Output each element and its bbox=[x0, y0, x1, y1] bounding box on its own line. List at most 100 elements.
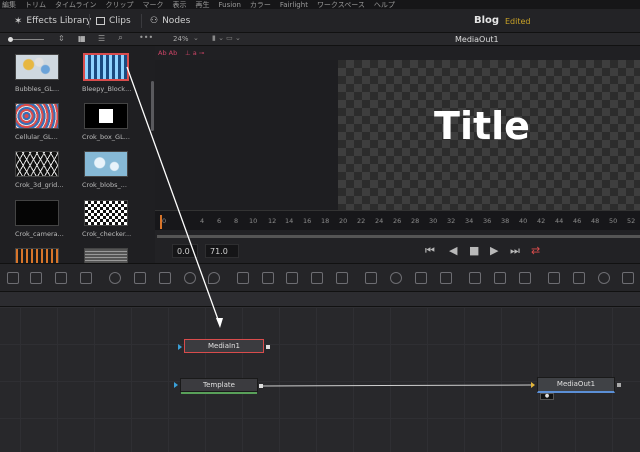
effect-thumbnail-crok-camera[interactable] bbox=[15, 200, 59, 226]
effect-thumbnail-crok-box[interactable] bbox=[84, 103, 128, 129]
render-range-bar[interactable] bbox=[157, 235, 640, 238]
effect-thumbnail-partial[interactable] bbox=[15, 248, 59, 263]
effect-thumbnail-crok-3d-grid[interactable] bbox=[15, 151, 59, 177]
effects-library-label: Effects Library bbox=[26, 16, 92, 26]
viewer-overlay-label[interactable]: Ab Ab bbox=[158, 49, 177, 57]
effect-label: Cellular_GL... bbox=[15, 133, 58, 141]
chevron-down-icon[interactable]: ⌄ bbox=[193, 34, 199, 42]
paint-tool-icon[interactable] bbox=[30, 272, 42, 284]
go-to-start-icon[interactable]: ⏮ bbox=[425, 244, 435, 258]
output-port[interactable] bbox=[617, 383, 621, 387]
ellipse-mask-icon[interactable] bbox=[390, 272, 402, 284]
end-frame-value: 71.0 bbox=[210, 246, 228, 256]
input-port[interactable] bbox=[178, 344, 182, 350]
view-options-icon[interactable]: ▮ ⌄ ▭ ⌄ bbox=[212, 34, 241, 42]
current-frame-field[interactable]: 0.0 bbox=[172, 244, 198, 258]
go-to-end-icon[interactable]: ⏭ bbox=[510, 244, 520, 258]
ruler-tick: 12 bbox=[268, 217, 277, 225]
transport-bar: 0.0 71.0 ⏮ ◀ ■ ▶ ⏭ ⇄ bbox=[155, 230, 640, 263]
particle-style-icon[interactable] bbox=[519, 272, 531, 284]
paint-brush-tool-icon[interactable] bbox=[80, 272, 92, 284]
more-options-icon[interactable]: ••• bbox=[139, 33, 153, 42]
ruler-tick: 0 bbox=[162, 217, 167, 225]
output-port[interactable] bbox=[266, 345, 270, 349]
node-editor[interactable]: MediaIn1 Template MediaOut1 ● bbox=[0, 307, 640, 452]
list-view-icon[interactable]: ☰ bbox=[98, 34, 105, 43]
effect-thumbnail-crok-blobs[interactable] bbox=[84, 151, 128, 177]
channel-booleans-tool-icon[interactable] bbox=[262, 272, 274, 284]
effect-thumbnail-crok-checker[interactable] bbox=[84, 200, 128, 226]
sort-icon[interactable]: ⇕ bbox=[58, 34, 65, 43]
ruler-tick: 14 bbox=[285, 217, 294, 225]
bspline-mask-icon[interactable] bbox=[440, 272, 452, 284]
top-toolbar: ✶ Effects Library Clips ⚇ Nodes Blog Edi… bbox=[0, 9, 640, 33]
node-media-out[interactable]: MediaOut1 bbox=[537, 377, 615, 393]
ruler-tick: 48 bbox=[591, 217, 600, 225]
clips-label: Clips bbox=[109, 16, 131, 26]
ruler-tick: 4 bbox=[200, 217, 205, 225]
effect-thumbnail-bubbles[interactable] bbox=[15, 54, 59, 80]
input-port[interactable] bbox=[174, 382, 178, 388]
background-tool-icon[interactable] bbox=[7, 272, 19, 284]
3d-image-plane-icon[interactable] bbox=[548, 272, 560, 284]
ruler-tick: 32 bbox=[447, 217, 456, 225]
color-curves-tool-icon[interactable] bbox=[184, 272, 196, 284]
3d-renderer-icon[interactable] bbox=[622, 272, 634, 284]
3d-shape-icon[interactable] bbox=[598, 272, 610, 284]
node-editor-header bbox=[0, 291, 640, 307]
nodes-button[interactable]: ⚇ Nodes bbox=[150, 13, 190, 29]
end-frame-field[interactable]: 71.0 bbox=[205, 244, 239, 258]
grid-view-icon[interactable]: ▦ bbox=[78, 34, 86, 43]
edit-status: Edited bbox=[505, 17, 531, 26]
menu-item[interactable]: Fairlight bbox=[280, 1, 308, 9]
timeline-ruler[interactable]: 0 4 6 8 10 12 14 16 18 20 22 24 26 28 30… bbox=[155, 210, 640, 230]
stop-icon[interactable]: ■ bbox=[469, 244, 479, 257]
effect-label: Crok_blobs_... bbox=[82, 181, 127, 189]
viewer-overlay-icons[interactable]: ⊥ a ⊸ bbox=[185, 49, 204, 57]
transform-tool-icon[interactable] bbox=[311, 272, 323, 284]
size-slider[interactable] bbox=[10, 39, 44, 40]
particle-emitter-icon[interactable] bbox=[469, 272, 481, 284]
input-port[interactable] bbox=[531, 382, 535, 388]
search-icon[interactable]: ⌕ bbox=[118, 33, 123, 43]
blur-tool-icon[interactable] bbox=[109, 272, 121, 284]
node-template[interactable]: Template bbox=[180, 378, 258, 394]
ruler-tick: 30 bbox=[429, 217, 438, 225]
viewer-indicator[interactable]: ● bbox=[540, 393, 554, 400]
polygon-mask-icon[interactable] bbox=[415, 272, 427, 284]
rectangle-mask-icon[interactable] bbox=[365, 272, 377, 284]
merge-tool-icon[interactable] bbox=[237, 272, 249, 284]
menu-bar: 編集 トリム タイムライン クリップ マーク 表示 再生 Fusion カラー Fairlight… bbox=[0, 0, 640, 9]
clips-button[interactable]: Clips bbox=[96, 13, 131, 29]
ruler-tick: 16 bbox=[303, 217, 312, 225]
viewer[interactable]: Title bbox=[155, 60, 640, 210]
color-tool-icon[interactable] bbox=[208, 272, 220, 284]
zoom-level[interactable]: 24% bbox=[173, 35, 189, 43]
effect-thumbnail-cellular[interactable] bbox=[15, 103, 59, 129]
ruler-tick: 44 bbox=[555, 217, 564, 225]
effect-thumbnail-bleepy-blocks[interactable] bbox=[83, 53, 129, 81]
fusion-toolbar bbox=[0, 263, 640, 291]
effects-library-button[interactable]: ✶ Effects Library bbox=[14, 13, 91, 29]
particle-render-icon[interactable] bbox=[494, 272, 506, 284]
loop-icon[interactable]: ⇄ bbox=[531, 244, 540, 257]
play-forward-icon[interactable]: ▶ bbox=[490, 244, 498, 257]
output-port[interactable] bbox=[259, 384, 263, 388]
text-tool-icon[interactable] bbox=[55, 272, 67, 284]
matte-control-tool-icon[interactable] bbox=[286, 272, 298, 284]
node-media-in[interactable]: MediaIn1 bbox=[184, 339, 264, 353]
slider-handle[interactable] bbox=[8, 37, 13, 42]
ruler-tick: 26 bbox=[393, 217, 402, 225]
resize-tool-icon[interactable] bbox=[336, 272, 348, 284]
library-scrollbar[interactable] bbox=[151, 81, 154, 131]
color-corrector-tool-icon[interactable] bbox=[134, 272, 146, 284]
effect-thumbnail-partial[interactable] bbox=[84, 248, 128, 263]
play-reverse-icon[interactable]: ◀ bbox=[449, 244, 457, 257]
3d-merge-icon[interactable] bbox=[573, 272, 585, 284]
menu-item[interactable]: Fusion bbox=[219, 1, 241, 9]
brightness-contrast-tool-icon[interactable] bbox=[159, 272, 171, 284]
ruler-tick: 22 bbox=[357, 217, 366, 225]
viewer-header: 24% ⌄ ▮ ⌄ ▭ ⌄ MediaOut1 bbox=[155, 33, 640, 46]
project-name: Blog bbox=[474, 15, 500, 26]
ruler-tick: 34 bbox=[465, 217, 474, 225]
